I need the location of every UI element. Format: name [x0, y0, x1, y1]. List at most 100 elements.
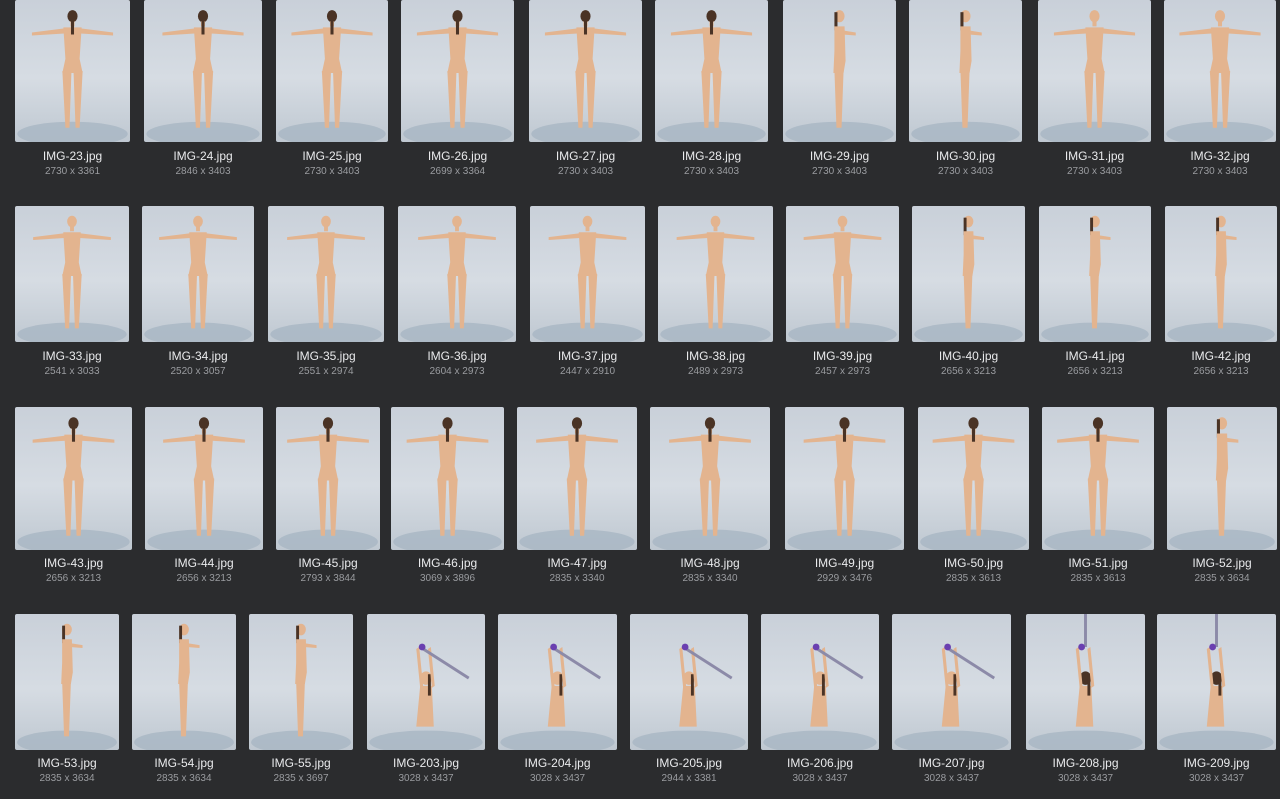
gallery-item[interactable]: IMG-45.jpg 2793 x 3844	[276, 407, 380, 585]
file-name: IMG-50.jpg	[943, 556, 1004, 570]
gallery-item[interactable]: IMG-208.jpg 3028 x 3437	[1026, 614, 1145, 785]
thumbnail-image[interactable]	[268, 206, 384, 342]
thumbnail-image[interactable]	[142, 206, 254, 342]
gallery-item[interactable]: IMG-33.jpg 2541 x 3033	[15, 206, 129, 378]
file-name: IMG-55.jpg	[271, 756, 331, 770]
image-dimensions: 2835 x 3634	[39, 773, 95, 784]
thumbnail-image[interactable]	[630, 614, 748, 750]
image-dimensions: 3028 x 3437	[398, 773, 454, 784]
gallery-item[interactable]: IMG-44.jpg 2656 x 3213	[145, 407, 263, 585]
gallery-item[interactable]: IMG-204.jpg 3028 x 3437	[498, 614, 617, 785]
gallery-item[interactable]: IMG-53.jpg 2835 x 3634	[15, 614, 119, 785]
file-name: IMG-25.jpg	[302, 149, 362, 163]
thumbnail-image[interactable]	[249, 614, 353, 750]
gallery-item[interactable]: IMG-51.jpg 2835 x 3613	[1042, 407, 1154, 585]
gallery-item[interactable]: IMG-47.jpg 2835 x 3340	[517, 407, 637, 585]
gallery-item[interactable]: IMG-32.jpg 2730 x 3403	[1164, 0, 1276, 178]
thumbnail-image[interactable]	[15, 614, 119, 750]
thumbnail-image[interactable]	[401, 0, 514, 142]
thumbnail-image[interactable]	[15, 0, 130, 142]
thumbnail-image[interactable]	[786, 206, 899, 342]
thumbnail-image[interactable]	[1157, 614, 1276, 750]
gallery-item[interactable]: IMG-24.jpg 2846 x 3403	[144, 0, 262, 178]
thumbnail-image[interactable]	[1164, 0, 1276, 142]
thumbnail-image[interactable]	[918, 407, 1029, 550]
gallery-item[interactable]: IMG-37.jpg 2447 x 2910	[530, 206, 645, 378]
gallery-item[interactable]: IMG-203.jpg 3028 x 3437	[367, 614, 485, 785]
thumbnail-image[interactable]	[783, 0, 896, 142]
gallery-item[interactable]: IMG-52.jpg 2835 x 3634	[1167, 407, 1277, 585]
gallery-item[interactable]: IMG-206.jpg 3028 x 3437	[761, 614, 879, 785]
gallery-item[interactable]: IMG-41.jpg 2656 x 3213	[1039, 206, 1151, 378]
gallery-item[interactable]: IMG-42.jpg 2656 x 3213	[1165, 206, 1277, 378]
thumbnail-image[interactable]	[761, 614, 879, 750]
thumbnail-image[interactable]	[912, 206, 1025, 342]
file-name: IMG-49.jpg	[814, 556, 875, 570]
gallery-item[interactable]: IMG-55.jpg 2835 x 3697	[249, 614, 353, 785]
gallery-item[interactable]: IMG-49.jpg 2929 x 3476	[785, 407, 904, 585]
file-name: IMG-203.jpg	[392, 756, 460, 770]
thumbnail-image[interactable]	[391, 407, 504, 550]
file-name: IMG-29.jpg	[809, 149, 870, 163]
image-dimensions: 2929 x 3476	[816, 573, 873, 584]
thumbnail-image[interactable]	[132, 614, 236, 750]
gallery-item[interactable]: IMG-34.jpg 2520 x 3057	[142, 206, 254, 378]
gallery-item[interactable]: IMG-28.jpg 2730 x 3403	[655, 0, 768, 178]
gallery-item[interactable]: IMG-38.jpg 2489 x 2973	[658, 206, 773, 378]
gallery-item[interactable]: IMG-40.jpg 2656 x 3213	[912, 206, 1025, 378]
thumbnail-image[interactable]	[367, 614, 485, 750]
thumbnail-image[interactable]	[1165, 206, 1277, 342]
thumbnail-image[interactable]	[15, 407, 132, 550]
thumbnail-image[interactable]	[658, 206, 773, 342]
gallery-item[interactable]: IMG-36.jpg 2604 x 2973	[398, 206, 516, 378]
gallery-item[interactable]: IMG-209.jpg 3028 x 3437	[1157, 614, 1276, 785]
thumbnail-image[interactable]	[276, 0, 388, 142]
thumbnail-image[interactable]	[498, 614, 617, 750]
gallery-item[interactable]: IMG-23.jpg 2730 x 3361	[15, 0, 130, 178]
thumbnail-image[interactable]	[1038, 0, 1151, 142]
gallery-item[interactable]: IMG-207.jpg 3028 x 3437	[892, 614, 1011, 785]
gallery-item[interactable]: IMG-26.jpg 2699 x 3364	[401, 0, 514, 178]
gallery-item[interactable]: IMG-39.jpg 2457 x 2973	[786, 206, 899, 378]
image-dimensions: 2835 x 3634	[1194, 573, 1250, 584]
image-dimensions: 2730 x 3361	[44, 166, 101, 177]
gallery-item[interactable]: IMG-27.jpg 2730 x 3403	[529, 0, 642, 178]
thumbnail-image[interactable]	[1167, 407, 1277, 550]
thumbnail-image[interactable]	[529, 0, 642, 142]
file-name: IMG-207.jpg	[918, 756, 985, 770]
thumbnail-image[interactable]	[650, 407, 770, 550]
gallery-item[interactable]: IMG-50.jpg 2835 x 3613	[918, 407, 1029, 585]
thumbnail-image[interactable]	[1042, 407, 1154, 550]
thumbnail-image[interactable]	[892, 614, 1011, 750]
thumbnail-image[interactable]	[144, 0, 262, 142]
gallery-item[interactable]: IMG-46.jpg 3069 x 3896	[391, 407, 504, 585]
file-name: IMG-43.jpg	[43, 556, 104, 570]
thumbnail-image[interactable]	[276, 407, 380, 550]
gallery-item[interactable]: IMG-30.jpg 2730 x 3403	[909, 0, 1022, 178]
gallery-item[interactable]: IMG-205.jpg 2944 x 3381	[630, 614, 748, 785]
thumbnail-image[interactable]	[517, 407, 637, 550]
thumbnail-image[interactable]	[15, 206, 129, 342]
gallery-item[interactable]: IMG-29.jpg 2730 x 3403	[783, 0, 896, 178]
thumbnail-image[interactable]	[1026, 614, 1145, 750]
file-name: IMG-39.jpg	[812, 349, 873, 363]
file-name: IMG-47.jpg	[547, 556, 607, 570]
thumbnail-image[interactable]	[398, 206, 516, 342]
file-name: IMG-206.jpg	[786, 756, 854, 770]
image-dimensions: 3028 x 3437	[1057, 773, 1114, 784]
file-name: IMG-208.jpg	[1052, 756, 1119, 770]
gallery-item[interactable]: IMG-25.jpg 2730 x 3403	[276, 0, 388, 178]
thumbnail-image[interactable]	[145, 407, 263, 550]
thumbnail-image[interactable]	[1039, 206, 1151, 342]
thumbnail-image[interactable]	[530, 206, 645, 342]
gallery-item[interactable]: IMG-35.jpg 2551 x 2974	[268, 206, 384, 378]
thumbnail-image[interactable]	[785, 407, 904, 550]
gallery-item[interactable]: IMG-54.jpg 2835 x 3634	[132, 614, 236, 785]
gallery-item[interactable]: IMG-43.jpg 2656 x 3213	[15, 407, 132, 585]
gallery-item[interactable]: IMG-31.jpg 2730 x 3403	[1038, 0, 1151, 178]
thumbnail-image[interactable]	[909, 0, 1022, 142]
thumbnail-image[interactable]	[655, 0, 768, 142]
gallery-item[interactable]: IMG-48.jpg 2835 x 3340	[650, 407, 770, 585]
image-dimensions: 2551 x 2974	[298, 366, 354, 377]
image-dimensions: 2656 x 3213	[45, 573, 102, 584]
